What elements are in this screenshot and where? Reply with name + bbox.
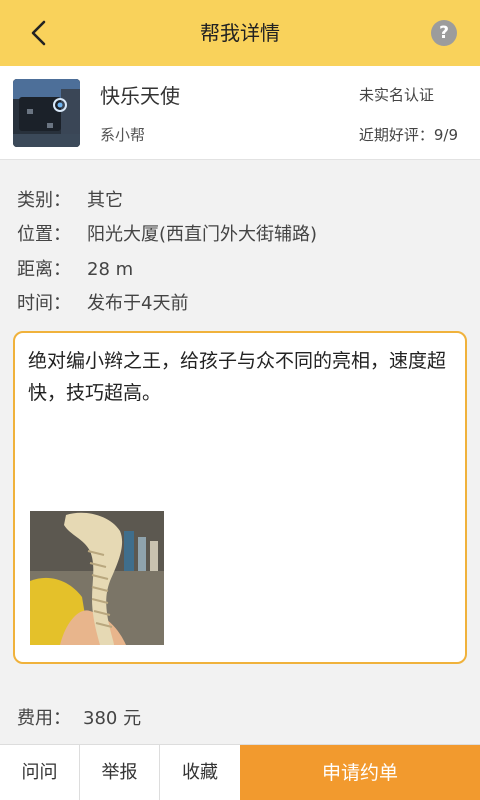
- fee-label: 费用：: [17, 708, 71, 729]
- location-value: 阳光大厦(西直门外大街辅路): [87, 224, 318, 245]
- report-button[interactable]: 举报: [80, 745, 160, 800]
- apply-order-button[interactable]: 申请约单: [240, 745, 480, 800]
- ask-button[interactable]: 问问: [0, 745, 80, 800]
- location-label: 位置：: [17, 224, 71, 245]
- fee-row: 费用： 380 元: [17, 704, 141, 730]
- location-row[interactable]: 位置： 阳光大厦(西直门外大街辅路): [17, 220, 317, 246]
- description-text: 绝对编小辫之王，给孩子与众不同的亮相，速度超快，技巧超高。: [28, 350, 447, 404]
- verification-status: 未实名认证: [358, 86, 434, 104]
- time-label: 时间：: [17, 293, 71, 314]
- distance-row: 距离： 28 m: [17, 255, 133, 281]
- publisher-tag: 系小帮: [100, 126, 146, 144]
- description-card: 绝对编小辫之王，给孩子与众不同的亮相，速度超快，技巧超高。: [13, 331, 467, 664]
- description-photo[interactable]: [30, 511, 164, 645]
- rating-value: 9/9: [433, 126, 458, 144]
- top-bar: 帮我详情 ?: [0, 0, 480, 66]
- publisher-profile[interactable]: 快乐天使 系小帮 未实名认证 近期好评：9/9: [0, 66, 480, 160]
- bottom-action-bar: 问问 举报 收藏 申请约单: [0, 744, 480, 800]
- time-row: 时间： 发布于4天前: [17, 289, 188, 315]
- distance-label: 距离：: [17, 259, 71, 280]
- time-value: 发布于4天前: [87, 293, 189, 314]
- category-value: 其它: [87, 190, 123, 211]
- rating-label: 近期好评：: [358, 126, 434, 144]
- favorite-button[interactable]: 收藏: [160, 745, 240, 800]
- distance-value: 28 m: [87, 259, 134, 280]
- category-row: 类别： 其它: [17, 186, 123, 212]
- category-label: 类别：: [17, 190, 71, 211]
- avatar[interactable]: [13, 79, 80, 147]
- publisher-name: 快乐天使: [100, 84, 180, 108]
- help-button[interactable]: ?: [431, 20, 457, 46]
- page-title: 帮我详情: [200, 21, 280, 45]
- fee-value: 380 元: [83, 708, 142, 729]
- recent-rating: 近期好评：9/9: [359, 124, 458, 145]
